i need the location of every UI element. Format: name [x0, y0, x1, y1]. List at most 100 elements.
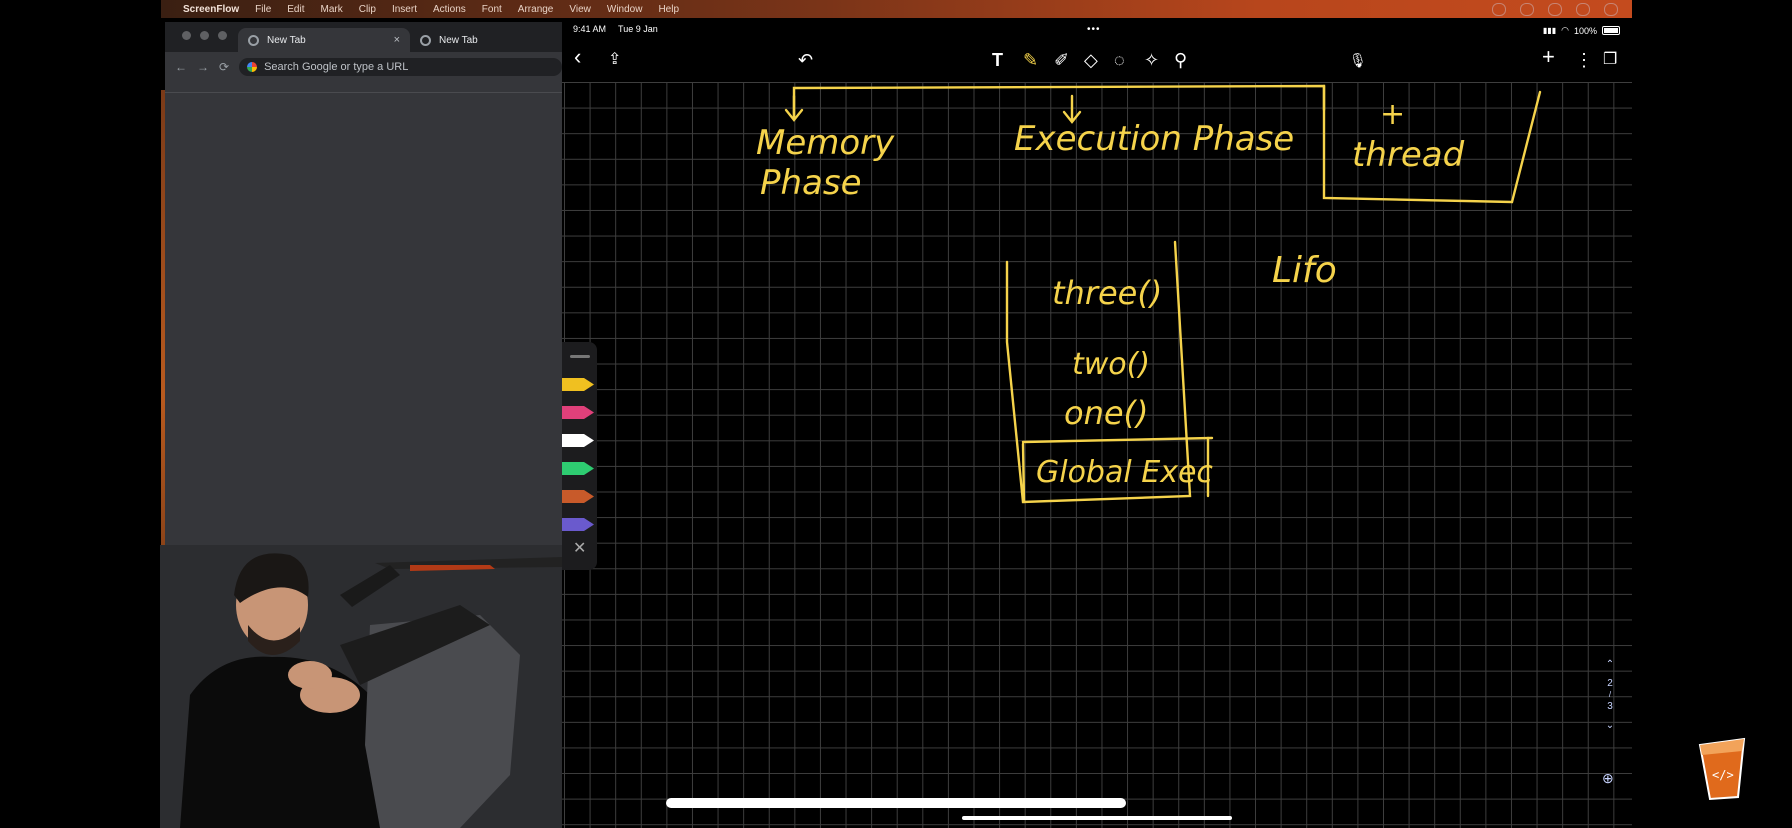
status-time: 9:41 AM	[573, 24, 607, 34]
browser-toolbar: ← → ⟳ Search Google or type a URL	[165, 56, 562, 78]
window-controls	[182, 31, 227, 40]
ipad-screen: 9:41 AM Tue 9 Jan ••• ▮▮▮ ◠ 100% ‹ ⇪ ↶ T…	[562, 22, 1632, 828]
toolbar-divider	[165, 92, 562, 93]
record-status-icon[interactable]	[1604, 3, 1618, 16]
menu-view[interactable]: View	[569, 4, 591, 15]
handwriting-layer: Memory Phase Execution Phase + thread Li…	[756, 84, 1542, 504]
pen-pink[interactable]	[562, 405, 595, 420]
pen-yellow[interactable]	[562, 377, 595, 392]
battery-percent: 100%	[1573, 25, 1597, 36]
pen-white[interactable]	[562, 433, 595, 448]
stack-item-two: two()	[1072, 347, 1150, 382]
more-icon[interactable]: ⋮	[1575, 50, 1593, 70]
tab-label: New Tab	[439, 34, 478, 46]
pen-swatch	[562, 378, 594, 391]
pen-palette: ✕	[562, 342, 597, 570]
tab-new-tab-active[interactable]: New Tab ×	[238, 28, 410, 52]
menu-file[interactable]: File	[255, 4, 271, 15]
tab-close-icon[interactable]: ×	[394, 34, 400, 46]
page-down-icon[interactable]: ⌄	[1602, 720, 1618, 731]
zoom-window-button[interactable]	[218, 31, 227, 40]
signal-icon: ▮▮▮	[1542, 26, 1557, 35]
multitask-dots-icon[interactable]: •••	[1087, 24, 1101, 35]
add-icon[interactable]: +	[1542, 46, 1555, 68]
stack-global-exec: Global Exec	[1036, 455, 1213, 490]
microphone-icon[interactable]: 🎙	[1349, 50, 1367, 70]
status-date: Tue 9 Jan	[618, 24, 658, 34]
pen-swatch	[562, 406, 594, 419]
total-pages: 3	[1607, 701, 1613, 712]
menu-help[interactable]: Help	[658, 4, 679, 15]
svg-text:</>: </>	[1712, 768, 1734, 782]
minimize-window-button[interactable]	[200, 31, 209, 40]
menu-font[interactable]: Font	[482, 4, 502, 15]
back-arrow-icon[interactable]: ←	[175, 60, 187, 74]
eraser-tool-icon[interactable]: ◇	[1084, 50, 1098, 70]
undo-icon[interactable]: ↶	[798, 50, 813, 70]
page-separator: /	[1608, 690, 1612, 699]
highlighter-purple[interactable]	[562, 517, 595, 532]
laser-tool-icon[interactable]: ⚲	[1174, 50, 1187, 70]
menu-mark[interactable]: Mark	[321, 4, 343, 15]
stack-item-three: three()	[1052, 274, 1162, 312]
menu-insert[interactable]: Insert	[392, 4, 417, 15]
close-window-button[interactable]	[182, 31, 191, 40]
chrome-favicon-icon	[420, 34, 431, 46]
chrome-favicon-icon	[248, 34, 259, 46]
lasso-tool-icon[interactable]: ◌	[1114, 50, 1125, 70]
pen-swatch	[562, 434, 594, 447]
home-indicator[interactable]	[962, 816, 1232, 820]
pen-green[interactable]	[562, 461, 595, 476]
horizontal-scrollbar[interactable]	[666, 798, 1126, 808]
pen-swatch	[562, 462, 594, 475]
omnibox[interactable]: Search Google or type a URL	[239, 58, 562, 76]
google-icon	[247, 62, 258, 72]
note-canvas[interactable]: Memory Phase Execution Phase + thread Li…	[562, 82, 1632, 828]
note-memory: Memory	[756, 123, 895, 163]
presenter-webcam	[160, 545, 562, 828]
camera-status-icon[interactable]	[1520, 3, 1534, 16]
pages-icon[interactable]: ❐	[1603, 50, 1617, 70]
mac-menubar: ScreenFlow File Edit Mark Clip Insert Ac…	[161, 0, 1632, 18]
goodnotes-toolbar: ‹ ⇪ ↶ T ✎ ✐ ◇ ◌ ✧ ⚲ 🎙 + ⋮ ❐	[562, 46, 1632, 76]
omnibox-placeholder: Search Google or type a URL	[264, 61, 409, 73]
channel-cup-logo: </>	[1698, 737, 1746, 801]
menu-clip[interactable]: Clip	[359, 4, 376, 15]
menu-app-name[interactable]: ScreenFlow	[183, 4, 239, 15]
palette-close-icon[interactable]: ✕	[573, 538, 586, 558]
menu-actions[interactable]: Actions	[433, 4, 466, 15]
memory-arrow	[784, 94, 804, 122]
menu-window[interactable]: Window	[607, 4, 643, 15]
control-center-icon[interactable]	[1576, 3, 1590, 16]
pen-swatch	[562, 518, 594, 531]
battery-icon	[1602, 26, 1620, 35]
palette-grab-handle[interactable]	[570, 355, 590, 358]
note-thread: thread	[1352, 135, 1465, 175]
status-right: ▮▮▮ ◠ 100%	[1543, 25, 1620, 36]
status-icon[interactable]	[1492, 3, 1506, 16]
pen-tool-icon[interactable]: ✎	[1023, 50, 1038, 70]
page-up-icon[interactable]: ⌃	[1602, 659, 1618, 670]
note-lifo: Lifo	[1272, 250, 1337, 291]
back-chevron-icon[interactable]: ‹	[574, 46, 581, 68]
highlighter-brown[interactable]	[562, 489, 595, 504]
share-icon[interactable]: ⇪	[608, 50, 621, 70]
menu-edit[interactable]: Edit	[287, 4, 304, 15]
tab-new-tab[interactable]: New Tab	[410, 28, 488, 52]
menubar-status-icons	[1492, 3, 1618, 16]
page-navigator: ⌃ 2 / 3 ⌄	[1602, 656, 1618, 734]
reload-icon[interactable]: ⟳	[219, 60, 229, 74]
wifi-icon[interactable]	[1548, 3, 1562, 16]
stack-item-one: one()	[1064, 394, 1149, 432]
menu-arrange[interactable]: Arrange	[518, 4, 554, 15]
tab-label: New Tab	[267, 34, 306, 46]
zoom-icon[interactable]: ⊕	[1602, 770, 1624, 792]
note-plus: +	[1380, 97, 1405, 132]
phase-bracket-line	[792, 84, 1326, 118]
forward-arrow-icon[interactable]: →	[197, 60, 209, 74]
stack-divider	[1021, 436, 1214, 444]
wifi-status-icon: ◠	[1561, 25, 1569, 35]
highlighter-tool-icon[interactable]: ✐	[1054, 50, 1069, 70]
shapes-tool-icon[interactable]: ✧	[1144, 50, 1159, 70]
text-tool-icon[interactable]: T	[992, 50, 1003, 70]
